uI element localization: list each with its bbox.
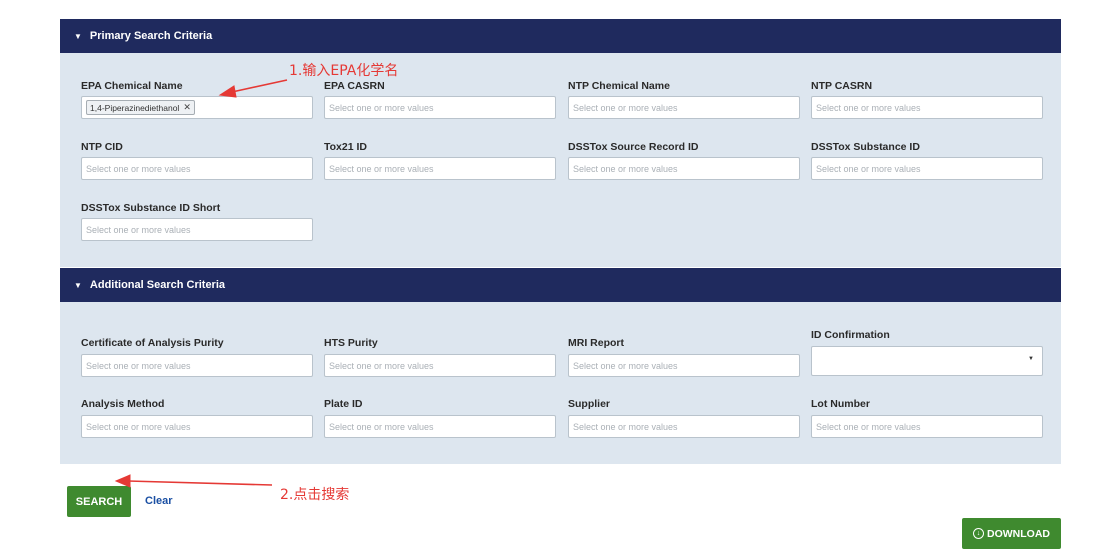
step2-annotation: 2.点击搜索 <box>280 487 350 503</box>
supplier-text[interactable] <box>573 421 795 432</box>
ntp-cid-text[interactable] <box>86 163 308 174</box>
field-label: Analysis Method <box>81 398 165 410</box>
dsstox-source-record-id-text[interactable] <box>573 163 795 174</box>
additional-criteria-panel: Certificate of Analysis Purity HTS Purit… <box>60 302 1061 464</box>
clear-link[interactable]: Clear <box>145 495 173 507</box>
ntp-cid-input[interactable] <box>81 157 313 180</box>
analysis-method-text[interactable] <box>86 421 308 432</box>
epa-chemical-name-input[interactable]: 1,4-Piperazinediethanol ✕ <box>81 96 313 119</box>
field-label: DSSTox Substance ID <box>811 141 920 153</box>
coa-purity-text[interactable] <box>86 360 308 371</box>
lot-number-input[interactable] <box>811 415 1043 438</box>
ntp-chemical-name-text[interactable] <box>573 102 795 113</box>
field-label: Lot Number <box>811 398 870 410</box>
tag-label: 1,4-Piperazinediethanol <box>90 102 180 113</box>
ntp-chemical-name-input[interactable] <box>568 96 800 119</box>
tox21-id-text[interactable] <box>329 163 551 174</box>
step1-annotation: 1.输入EPA化学名 <box>289 63 399 79</box>
tox21-id-input[interactable] <box>324 157 556 180</box>
coa-purity-input[interactable] <box>81 354 313 377</box>
dsstox-substance-id-text[interactable] <box>816 163 1038 174</box>
field-label: MRI Report <box>568 337 624 349</box>
dsstox-substance-id-short-text[interactable] <box>86 224 308 235</box>
dsstox-substance-id-short-input[interactable] <box>81 218 313 241</box>
field-label: NTP CID <box>81 141 123 153</box>
epa-casrn-input[interactable] <box>324 96 556 119</box>
selected-value-tag: 1,4-Piperazinediethanol ✕ <box>86 100 195 115</box>
close-icon[interactable]: ✕ <box>183 102 191 113</box>
search-button[interactable]: SEARCH <box>67 486 131 517</box>
supplier-input[interactable] <box>568 415 800 438</box>
primary-criteria-panel: EPA Chemical Name 1,4-Piperazinediethano… <box>60 53 1061 267</box>
download-icon: ↓ <box>973 528 984 539</box>
ntp-casrn-text[interactable] <box>816 102 1038 113</box>
epa-casrn-text[interactable] <box>329 102 551 113</box>
field-label: DSSTox Source Record ID <box>568 141 699 153</box>
search-button-label: SEARCH <box>75 495 123 508</box>
field-label: EPA CASRN <box>324 80 385 92</box>
field-label: Plate ID <box>324 398 363 410</box>
field-label: Supplier <box>568 398 611 410</box>
plate-id-text[interactable] <box>329 421 551 432</box>
ntp-casrn-input[interactable] <box>811 96 1043 119</box>
field-label: HTS Purity <box>324 337 378 349</box>
additional-criteria-header[interactable]: ▼ Additional Search Criteria <box>60 268 1061 302</box>
download-button-label: DOWNLOAD <box>987 527 1050 540</box>
dsstox-source-record-id-input[interactable] <box>568 157 800 180</box>
field-label: NTP CASRN <box>811 80 873 92</box>
hts-purity-input[interactable] <box>324 354 556 377</box>
additional-criteria-title: Additional Search Criteria <box>89 279 226 291</box>
caret-down-icon: ▼ <box>74 31 82 41</box>
primary-criteria-title: Primary Search Criteria <box>89 30 213 42</box>
mri-report-input[interactable] <box>568 354 800 377</box>
field-label: DSSTox Substance ID Short <box>81 202 221 214</box>
plate-id-input[interactable] <box>324 415 556 438</box>
hts-purity-text[interactable] <box>329 360 551 371</box>
download-button[interactable]: ↓ DOWNLOAD <box>962 518 1061 549</box>
field-label: Certificate of Analysis Purity <box>81 337 224 349</box>
analysis-method-input[interactable] <box>81 415 313 438</box>
step2-arrow <box>114 474 273 488</box>
chevron-down-icon: ▼ <box>1028 356 1034 362</box>
field-label: Tox21 ID <box>324 141 367 153</box>
lot-number-text[interactable] <box>816 421 1038 432</box>
field-label: ID Confirmation <box>811 329 890 341</box>
field-label: NTP Chemical Name <box>568 80 670 92</box>
dsstox-substance-id-input[interactable] <box>811 157 1043 180</box>
caret-down-icon: ▼ <box>74 280 82 290</box>
primary-criteria-header[interactable]: ▼ Primary Search Criteria <box>60 19 1061 53</box>
id-confirmation-select[interactable]: ▼ <box>811 346 1043 376</box>
mri-report-text[interactable] <box>573 360 795 371</box>
field-label: EPA Chemical Name <box>81 80 183 92</box>
